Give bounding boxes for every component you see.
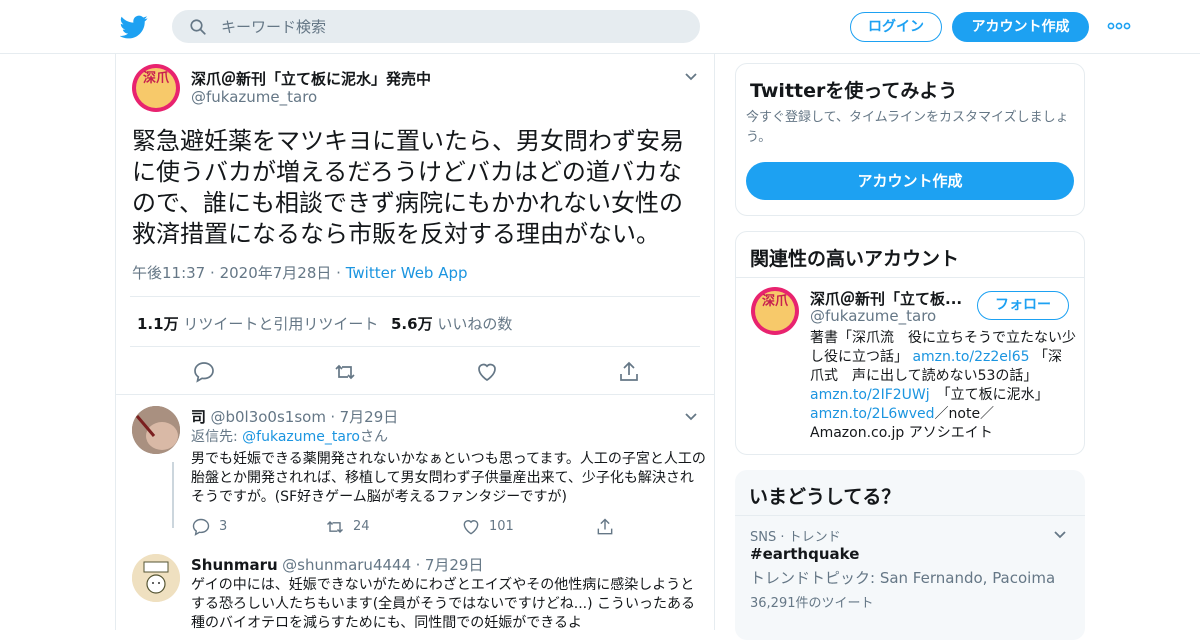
reply-icon: [192, 518, 210, 536]
tweet-meta: 午後11:37 · 2020年7月28日 · Twitter Web App: [132, 264, 468, 282]
follow-button[interactable]: フォロー: [977, 291, 1069, 320]
divider: [736, 277, 1084, 278]
reply-to-label: 返信先:: [191, 429, 238, 445]
thread-line: [172, 462, 174, 528]
tweet-date[interactable]: 2020年7月28日: [220, 264, 332, 282]
trend-count: 36,291件のツイート: [750, 596, 874, 611]
reply-icon[interactable]: [192, 360, 216, 384]
trend-category: SNS · トレンド: [750, 530, 841, 545]
reply-to-handle[interactable]: @fukazume_taro: [242, 429, 360, 445]
trend-topic: トレンドトピック: San Fernando, Pacoima: [750, 569, 1056, 587]
chevron-down-icon[interactable]: [1053, 530, 1067, 540]
related-bio: 著書「深爪流 役に立ちそうで立たない少し役に立つ話」 amzn.to/2z2el…: [810, 329, 1076, 443]
tweet-header: 深爪 深爪＠新刊「立て板に泥水」発売中 @fukazume_taro: [132, 64, 702, 114]
like-count: 101: [489, 519, 514, 534]
reply-avatar[interactable]: [132, 554, 180, 602]
top-nav-bar: ログイン アカウント作成: [0, 0, 1200, 54]
tweet-source[interactable]: Twitter Web App: [346, 264, 468, 282]
reply-author-handle[interactable]: @b0l3o0s1som: [210, 408, 325, 426]
avatar-text: 深爪: [136, 68, 176, 108]
login-button[interactable]: ログイン: [850, 12, 942, 42]
retweet-stat[interactable]: 1.1万 リツイートと引用リツイート: [137, 313, 378, 334]
retweet-count: 24: [353, 519, 370, 534]
search-box[interactable]: [172, 10, 700, 43]
reply-author-handle[interactable]: @shunmaru4444: [282, 556, 411, 574]
reply-header: 司 @b0l3o0s1som · 7月29日: [191, 408, 399, 426]
like-count: 5.6万: [391, 315, 433, 333]
author-handle[interactable]: @fukazume_taro: [191, 88, 317, 106]
like-label: いいねの数: [437, 315, 513, 333]
retweet-count: 1.1万: [137, 315, 179, 333]
author-avatar[interactable]: 深爪: [132, 64, 180, 112]
signup-button[interactable]: アカウント作成: [952, 12, 1089, 42]
tweet-time[interactable]: 午後11:37: [132, 264, 205, 282]
reply-tweet[interactable]: 司 @b0l3o0s1som · 7月29日 返信先: @fukazume_ta…: [132, 406, 706, 556]
search-input[interactable]: [221, 11, 681, 42]
chevron-down-icon[interactable]: [684, 72, 698, 82]
twitter-bird-icon[interactable]: [120, 13, 148, 41]
signup-card-button[interactable]: アカウント作成: [746, 162, 1074, 200]
reply-action-like[interactable]: 101: [461, 517, 531, 537]
bio-link[interactable]: amzn.to/2z2el65: [912, 349, 1029, 365]
reply-to-suffix: さん: [359, 429, 388, 445]
reply-author-name[interactable]: Shunmaru: [191, 556, 278, 574]
reply-count: 3: [219, 519, 228, 534]
reply-tweet[interactable]: Shunmaru @shunmaru4444 · 7月29日 ゲイの中には、妊娠…: [132, 554, 702, 630]
signup-card: Twitterを使ってみよう 今すぐ登録して、タイムラインをカスタマイズしましょ…: [735, 63, 1085, 216]
like-heart-icon: [463, 520, 479, 535]
author-name[interactable]: 深爪＠新刊「立て板に泥水」発売中: [191, 68, 431, 89]
reply-action-reply[interactable]: 3: [191, 517, 251, 537]
reply-date[interactable]: 7月29日: [340, 408, 399, 426]
related-title: 関連性の高いアカウント: [750, 248, 960, 270]
retweet-icon: [326, 520, 344, 534]
trend-item[interactable]: SNS · トレンド #earthquake トレンドトピック: San Fer…: [735, 516, 1085, 616]
bio-link[interactable]: amzn.to/2L6wved: [810, 406, 935, 422]
reply-header: Shunmaru @shunmaru4444 · 7月29日: [191, 556, 484, 574]
chevron-down-icon[interactable]: [684, 412, 698, 422]
reply-avatar[interactable]: [132, 406, 180, 454]
share-icon[interactable]: [617, 360, 641, 384]
related-avatar[interactable]: 深爪: [751, 287, 799, 335]
signup-card-desc: 今すぐ登録して、タイムラインをカスタマイズしましょう。: [746, 110, 1069, 145]
like-stat[interactable]: 5.6万 いいねの数: [391, 313, 512, 334]
retweet-icon[interactable]: [333, 360, 357, 384]
search-icon: [190, 19, 206, 35]
retweet-label: リツイートと引用リツイート: [183, 315, 379, 333]
avatar-text: 深爪: [755, 291, 795, 331]
divider: [116, 394, 714, 395]
reply-action-retweet[interactable]: 24: [325, 517, 385, 537]
related-handle[interactable]: @fukazume_taro: [810, 307, 936, 325]
reply-text: ゲイの中には、妊娠できないがためにわざとエイズやその他性病に感染しようとする恐ろ…: [191, 577, 696, 630]
tweet-actions: [130, 356, 700, 386]
reply-date[interactable]: 7月29日: [425, 556, 484, 574]
avatar-illustration: [132, 554, 180, 602]
reply-author-name[interactable]: 司: [191, 408, 206, 426]
main-timeline-column: 深爪 深爪＠新刊「立て板に泥水」発売中 @fukazume_taro 緊急避妊薬…: [115, 54, 715, 630]
related-name[interactable]: 深爪＠新刊「立て板...: [810, 288, 970, 309]
reply-text: 男でも妊娠できる薬開発されないかなぁといつも思ってます。人工の子宮と人工の胎盤と…: [191, 451, 706, 505]
avatar-photo: [132, 406, 180, 454]
like-heart-icon[interactable]: [475, 360, 499, 384]
related-accounts-card: 関連性の高いアカウント 深爪 深爪＠新刊「立て板... @fukazume_ta…: [735, 231, 1085, 455]
bio-link[interactable]: amzn.to/2IF2UWj: [810, 387, 930, 403]
more-options-icon[interactable]: [1107, 16, 1131, 36]
share-icon: [597, 518, 613, 535]
trend-tag[interactable]: #earthquake: [750, 545, 859, 563]
trends-title: いまどうしてる？: [749, 486, 901, 508]
tweet-text: 緊急避妊薬をマツキヨに置いたら、男女問わず安易に使うバカが増えるだろうけどバカは…: [132, 127, 684, 248]
tweet-stats: 1.1万 リツイートと引用リツイート 5.6万 いいねの数: [130, 296, 700, 347]
trends-card: いまどうしてる？ SNS · トレンド #earthquake トレンドトピック…: [735, 470, 1085, 640]
reply-to-line: 返信先: @fukazume_taroさん: [191, 426, 388, 446]
bio-text: 「立て板に泥水」: [929, 387, 1049, 403]
signup-card-title: Twitterを使ってみよう: [750, 80, 958, 102]
reply-action-share[interactable]: [595, 517, 619, 537]
